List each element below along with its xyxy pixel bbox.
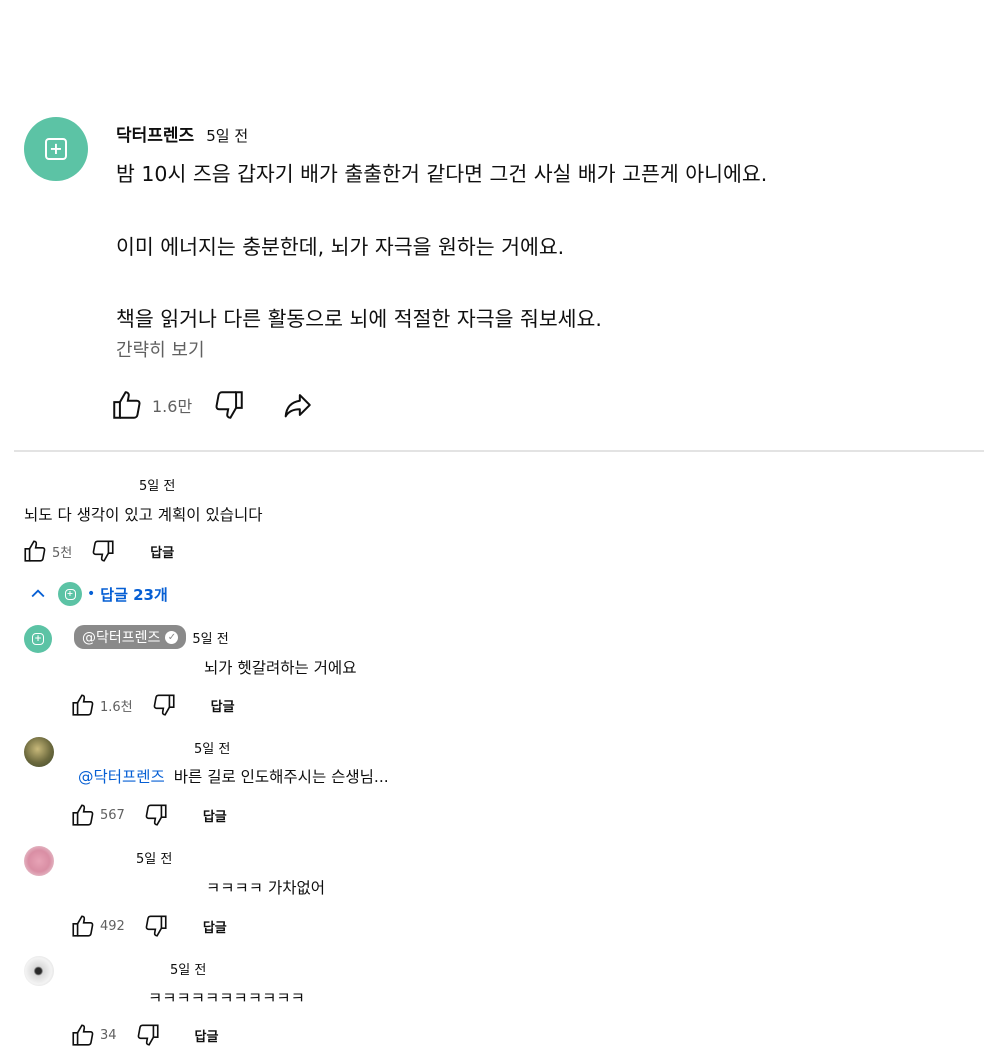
reply-button[interactable]: 답글 [203,917,227,936]
comment-time[interactable]: 5일 전 [139,475,175,494]
thumbs-up-icon[interactable] [70,692,96,718]
reply-time[interactable]: 5일 전 [194,738,230,757]
reply-time[interactable]: 5일 전 [136,848,172,867]
like-button[interactable] [110,388,144,422]
plus-box-icon: + [32,633,44,645]
replies-toggle[interactable]: + • 답글 23개 [28,582,168,606]
thumbs-down-icon [215,391,243,419]
like-count: 5천 [52,545,73,561]
thumbs-down-icon[interactable] [90,538,116,564]
reply-body: @닥터프렌즈 바른 길로 인도해주시는 슨생님... [78,765,389,787]
plus-box-icon: + [45,138,67,160]
main-action-bar: 1.6만 [110,388,314,422]
verified-check-icon: ✓ [165,630,179,644]
reply-text: 바른 길로 인도해주시는 슨생님... [173,768,389,786]
share-button[interactable] [280,388,314,422]
reply-text: 뇌가 헷갈려하는 거에요 [204,659,357,677]
reply-action-bar: 492 답글 [70,913,227,939]
bullet-dot: • [87,586,96,602]
thumbs-down-icon[interactable] [143,913,169,939]
section-divider [14,450,984,452]
mention-link[interactable]: @닥터프렌즈 [78,768,165,786]
share-icon [284,394,311,418]
thumbs-up-icon[interactable] [22,538,48,564]
creator-avatar: + [58,582,82,606]
comment-line-1: 밤 10시 즈음 갑자기 배가 출출한거 같다면 그건 사실 배가 고픈게 아니… [116,162,768,186]
comment-header: 닥터프렌즈 5일 전 [116,121,248,146]
comment-author[interactable]: 닥터프렌즈 [116,121,194,146]
channel-avatar[interactable]: + [24,117,88,181]
replies-count: 답글 23개 [100,585,168,604]
reply-time[interactable]: 5일 전 [192,628,228,647]
thumbs-up-icon[interactable] [70,1022,96,1048]
comment-line-2: 이미 에너지는 충분한데, 뇌가 자극을 원하는 거에요. [116,235,565,259]
comment-action-bar: 5천 답글 [22,538,174,564]
reply-text: ㅋㅋㅋㅋㅋㅋㅋㅋㅋㅋㅋ [148,989,305,1007]
reply-button[interactable]: 답글 [203,806,227,825]
reply-button[interactable]: 답글 [211,696,235,715]
like-count: 1.6만 [152,397,193,416]
like-count: 34 [100,1027,117,1043]
reply-action-bar: 567 답글 [70,802,227,828]
thumbs-down-icon[interactable] [143,802,169,828]
thumbs-down-icon[interactable] [135,1022,161,1048]
reply-avatar[interactable] [24,956,54,986]
comment-line-3: 책을 읽거나 다른 활동으로 뇌에 적절한 자극을 줘보세요. [116,307,602,331]
reply-avatar[interactable]: + [24,625,52,653]
reply-text: ㅋㅋㅋㅋ 가차없어 [206,879,326,897]
thumbs-up-icon[interactable] [70,913,96,939]
comment-text: 뇌도 다 생각이 있고 계획이 있습니다 [24,506,263,524]
thumbs-up-icon [113,391,141,419]
show-less-link[interactable]: 간략히 보기 [116,336,205,362]
like-count: 1.6천 [100,699,133,715]
reply-avatar[interactable] [24,737,54,767]
reply-author: @닥터프렌즈 [82,630,161,646]
thumbs-up-icon[interactable] [70,802,96,828]
reply-time[interactable]: 5일 전 [170,959,206,978]
reply-button[interactable]: 답글 [150,542,174,561]
reply-avatar[interactable] [24,846,54,876]
like-count: 567 [100,807,125,823]
thumbs-down-icon[interactable] [151,692,177,718]
reply-button[interactable]: 답글 [195,1026,219,1045]
reply-action-bar: 1.6천 답글 [70,692,235,718]
chevron-up-icon [31,589,45,598]
creator-badge[interactable]: @닥터프렌즈 ✓ [74,625,187,649]
like-count: 492 [100,918,125,934]
reply-header: @닥터프렌즈 ✓ 5일 전 [74,625,229,649]
comment-time[interactable]: 5일 전 [206,125,248,146]
dislike-button[interactable] [212,388,246,422]
reply-action-bar: 34 답글 [70,1022,218,1048]
plus-box-icon: + [64,588,76,600]
